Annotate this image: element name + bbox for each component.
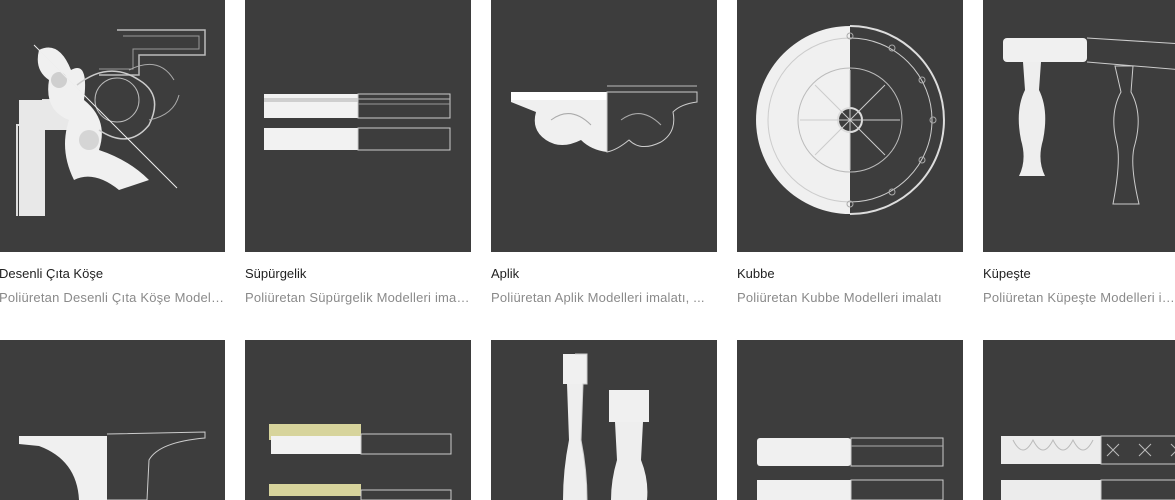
- baseboard-icon: [264, 93, 451, 151]
- product-description: Poliüretan Süpürgelik Modelleri imalatı: [245, 290, 471, 305]
- product-card[interactable]: Aplik Poliüretan Aplik Modelleri imalatı…: [491, 0, 717, 305]
- product-image[interactable]: [0, 0, 225, 252]
- product-title[interactable]: Süpürgelik: [245, 266, 306, 281]
- product-description: Poliüretan Aplik Modelleri imalatı, ...: [491, 290, 705, 305]
- product-image[interactable]: [491, 0, 717, 252]
- product-card[interactable]: Kubbe Poliüretan Kubbe Modelleri imalatı: [737, 0, 963, 305]
- cornice-profile-icon: [19, 431, 206, 500]
- product-description: Poliüretan Küpeşte Modelleri imalatı: [983, 290, 1175, 305]
- ornamental-frieze-icon: [1001, 435, 1175, 500]
- product-image[interactable]: [737, 0, 963, 252]
- product-title[interactable]: Kubbe: [737, 266, 775, 281]
- product-image[interactable]: [983, 0, 1175, 252]
- molding-strip-icon: [757, 437, 944, 500]
- product-image[interactable]: [491, 340, 717, 500]
- product-image[interactable]: [0, 340, 225, 500]
- dome-rosette-icon: [756, 25, 945, 215]
- product-image[interactable]: [737, 340, 963, 500]
- product-description: Poliüretan Kubbe Modelleri imalatı: [737, 290, 942, 305]
- product-title[interactable]: Desenli Çıta Köşe: [0, 266, 103, 281]
- product-description: Poliüretan Desenli Çıta Köşe Modelleri i…: [0, 290, 225, 305]
- product-card[interactable]: Desenli Çıta Köşe Poliüretan Desenli Çıt…: [0, 0, 225, 305]
- corner-ornament-icon: [16, 29, 206, 216]
- product-title[interactable]: Küpeşte: [983, 266, 1031, 281]
- lighted-cornice-icon: [269, 424, 452, 500]
- balustrade-icon: [1003, 37, 1175, 205]
- wall-bracket-icon: [511, 85, 698, 153]
- product-card[interactable]: [0, 340, 225, 500]
- product-title[interactable]: Aplik: [491, 266, 519, 281]
- product-image[interactable]: [983, 340, 1175, 500]
- product-card[interactable]: [983, 340, 1175, 500]
- product-card[interactable]: [491, 340, 717, 500]
- product-card[interactable]: Küpeşte Poliüretan Küpeşte Modelleri ima…: [983, 0, 1175, 305]
- product-image[interactable]: [245, 0, 471, 252]
- product-card[interactable]: [737, 340, 963, 500]
- product-card[interactable]: Süpürgelik Poliüretan Süpürgelik Modelle…: [245, 0, 471, 305]
- column-icon: [563, 353, 649, 500]
- product-image[interactable]: [245, 340, 471, 500]
- product-card[interactable]: [245, 340, 471, 500]
